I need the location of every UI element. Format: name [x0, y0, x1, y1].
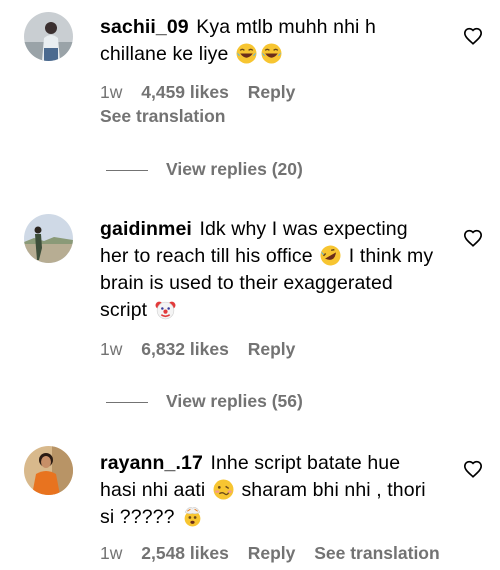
comment-time: 1w — [100, 82, 123, 102]
comment-body: sachii_09 Kya mtlb muhh nhi h chillane k… — [100, 14, 435, 68]
comment-meta: 1w 4,459 likes Reply — [100, 82, 309, 103]
see-translation-link[interactable]: See translation — [314, 543, 439, 563]
laughing-emoji — [261, 43, 282, 64]
comment-username[interactable]: gaidinmei — [100, 218, 192, 240]
likes-count[interactable]: 6,832 likes — [141, 339, 229, 359]
likes-count[interactable]: 4,459 likes — [141, 82, 229, 102]
view-replies-button[interactable]: View replies (20) — [106, 159, 406, 179]
comment-meta: 1w 2,548 likes Reply See translation — [100, 543, 454, 564]
heart-icon[interactable] — [463, 27, 483, 45]
divider-line — [106, 170, 148, 171]
comment-username[interactable]: rayann_.17 — [100, 452, 203, 474]
avatar[interactable] — [24, 12, 73, 61]
comment-time: 1w — [100, 339, 123, 359]
reply-button[interactable]: Reply — [248, 339, 296, 359]
heart-icon[interactable] — [463, 229, 483, 247]
woozy-emoji — [213, 479, 234, 500]
reply-button[interactable]: Reply — [248, 82, 296, 102]
avatar[interactable] — [24, 446, 73, 495]
exploding-head-emoji — [184, 507, 201, 527]
comment-body: gaidinmei Idk why I was expecting her to… — [100, 216, 435, 324]
rofl-emoji — [320, 245, 341, 266]
view-replies-label[interactable]: View replies (20) — [166, 159, 303, 180]
clown-emoji — [155, 301, 176, 320]
comment-meta: 1w 6,832 likes Reply — [100, 339, 309, 360]
avatar[interactable] — [24, 214, 73, 263]
reply-button[interactable]: Reply — [248, 543, 296, 563]
comment-time: 1w — [100, 543, 123, 563]
likes-count[interactable]: 2,548 likes — [141, 543, 229, 563]
see-translation-link[interactable]: See translation — [100, 106, 225, 127]
view-replies-label[interactable]: View replies (56) — [166, 391, 303, 412]
heart-icon[interactable] — [463, 460, 483, 478]
divider-line — [106, 402, 148, 403]
laughing-emoji — [236, 43, 257, 64]
view-replies-button[interactable]: View replies (56) — [106, 391, 406, 411]
comment-username[interactable]: sachii_09 — [100, 16, 189, 38]
comment-body: rayann_.17 Inhe script batate hue hasi n… — [100, 450, 435, 531]
